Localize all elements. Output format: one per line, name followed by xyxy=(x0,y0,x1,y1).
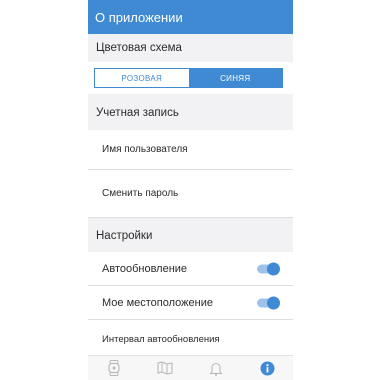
settings-item-my-location: Мое местоположение xyxy=(88,286,293,320)
section-header-account: Учетная запись xyxy=(88,96,293,130)
list-item-label: Имя пользователя xyxy=(102,144,188,155)
list-item-label: Сменить пароль xyxy=(102,188,179,199)
watch-icon[interactable] xyxy=(104,358,124,378)
color-scheme-segmented-control: РОЗОВАЯ СИНЯЯ xyxy=(94,68,283,88)
segment-pink[interactable]: РОЗОВАЯ xyxy=(95,69,189,87)
list-item-label: Мое местоположение xyxy=(102,296,213,309)
toggle-knob xyxy=(267,296,280,309)
auto-update-toggle[interactable] xyxy=(257,262,280,275)
account-item-username[interactable]: Имя пользователя xyxy=(88,130,293,170)
map-icon[interactable] xyxy=(155,358,175,378)
color-scheme-row: РОЗОВАЯ СИНЯЯ xyxy=(88,62,293,94)
toggle-knob xyxy=(267,262,280,275)
app-header: О приложении xyxy=(88,0,293,34)
list-item-label: Автообновление xyxy=(102,262,188,275)
settings-item-auto-update: Автообновление xyxy=(88,252,293,286)
settings-item-auto-update-interval[interactable]: Интервал автообновления xyxy=(88,320,293,356)
my-location-toggle[interactable] xyxy=(257,296,280,309)
section-title: Цветовая схема xyxy=(96,42,182,54)
section-title: Настройки xyxy=(96,230,153,242)
app-screen: О приложении Цветовая схема РОЗОВАЯ СИНЯ… xyxy=(88,0,293,380)
bottom-tab-bar xyxy=(88,355,293,380)
bell-icon[interactable] xyxy=(206,358,226,378)
section-header-settings: Настройки xyxy=(88,220,293,252)
section-title: Учетная запись xyxy=(96,107,179,119)
info-icon[interactable] xyxy=(257,358,277,378)
account-item-change-password[interactable]: Сменить пароль xyxy=(88,170,293,218)
segment-blue[interactable]: СИНЯЯ xyxy=(188,69,282,87)
section-header-color-scheme: Цветовая схема xyxy=(88,34,293,62)
page-title: О приложении xyxy=(95,9,183,25)
list-item-label: Интервал автообновления xyxy=(102,334,220,345)
